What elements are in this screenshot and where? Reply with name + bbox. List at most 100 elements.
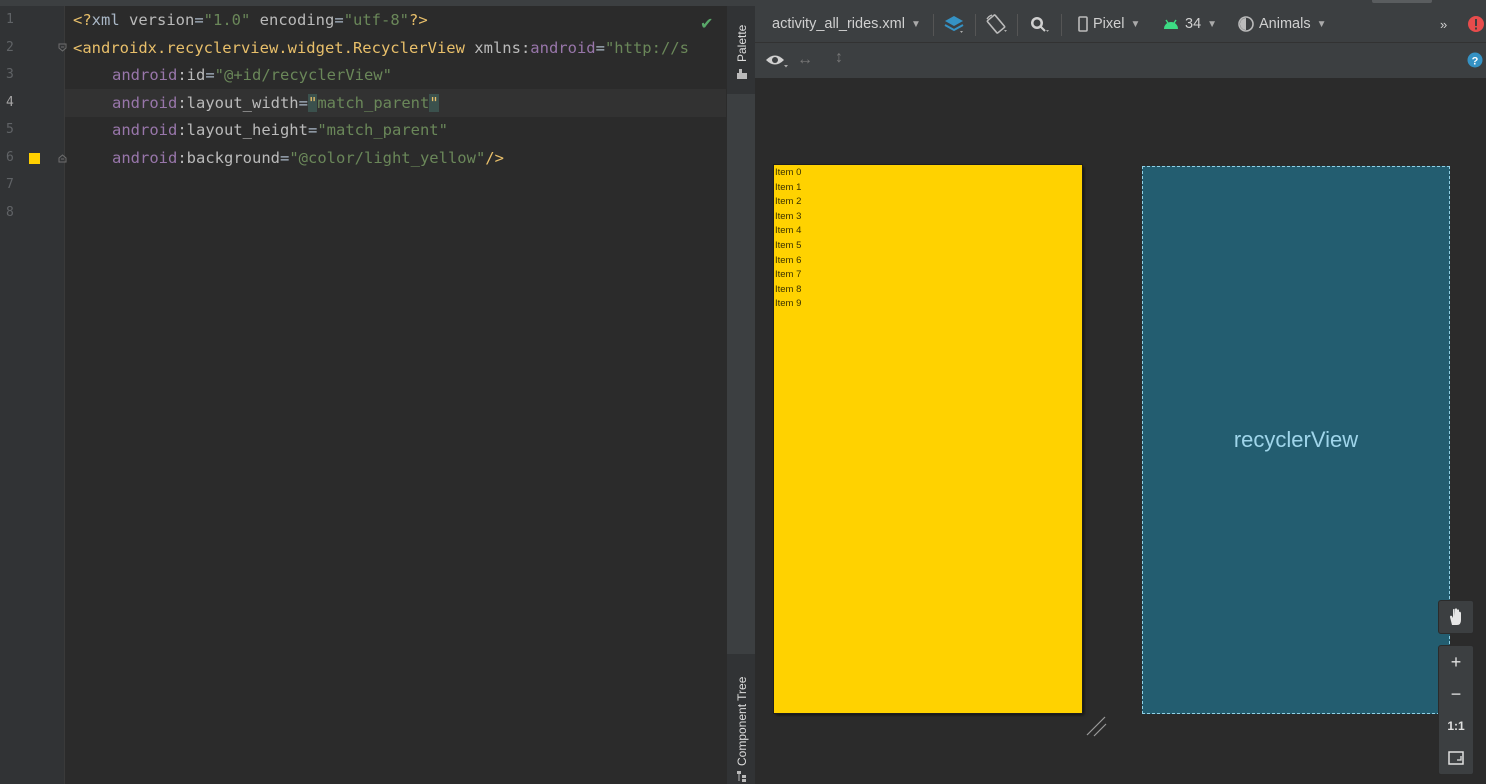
code-token: version bbox=[129, 11, 195, 29]
code-token: android bbox=[112, 66, 178, 84]
api-level-selector[interactable]: 34 ▼ bbox=[1162, 6, 1217, 42]
code-line[interactable]: <androidx.recyclerview.widget.RecyclerVi… bbox=[73, 34, 689, 62]
eye-icon[interactable] bbox=[765, 52, 789, 75]
code-token: " bbox=[308, 93, 318, 112]
check-icon[interactable]: ✔ bbox=[700, 14, 713, 34]
code-token: "utf-8" bbox=[343, 11, 410, 29]
code-token: android bbox=[112, 121, 178, 139]
hand-icon[interactable] bbox=[1439, 601, 1473, 633]
code-token: android bbox=[530, 38, 596, 57]
error-icon[interactable] bbox=[1467, 6, 1485, 42]
tree-icon bbox=[737, 771, 746, 782]
code-editor[interactable]: 12345678 <?xml version="1.0" encoding="u… bbox=[0, 6, 726, 784]
device-name: Pixel bbox=[1093, 16, 1125, 32]
theme-icon bbox=[1238, 16, 1254, 32]
code-token: = bbox=[298, 93, 308, 112]
code-token: "http://s bbox=[604, 38, 689, 57]
code-line[interactable]: <?xml version="1.0" encoding="utf-8"?> bbox=[73, 6, 428, 34]
separator bbox=[1061, 14, 1062, 36]
code-line[interactable] bbox=[73, 171, 112, 199]
svg-text:?: ? bbox=[1472, 56, 1479, 68]
blueprint-preview[interactable]: recyclerView bbox=[1142, 166, 1450, 714]
plus-icon[interactable]: + bbox=[1439, 646, 1473, 678]
chevron-down-icon: ▼ bbox=[910, 18, 921, 30]
separator bbox=[933, 14, 934, 36]
code-token: <androidx.recyclerview.widget.RecyclerVi… bbox=[73, 38, 475, 57]
fit-screen-icon[interactable] bbox=[1439, 742, 1473, 774]
code-token: = bbox=[279, 148, 290, 167]
designer-toolbar: activity_all_rides.xml ▼ Pixel ▼ 34 ▼ An… bbox=[755, 6, 1486, 43]
list-item[interactable]: Item 5 bbox=[775, 239, 801, 254]
tab-component-tree-label: Component Tree bbox=[735, 676, 749, 766]
design-canvas[interactable]: Item 0 Item 1 Item 2 Item 3 Item 4 Item 5 Item… bbox=[755, 79, 1486, 784]
code-token: <? bbox=[73, 11, 92, 29]
code-token: android bbox=[112, 93, 178, 112]
list-item[interactable]: Item 2 bbox=[775, 195, 801, 210]
code-token: = bbox=[595, 38, 605, 57]
minus-icon[interactable]: − bbox=[1439, 678, 1473, 710]
code-token: xmlns: bbox=[474, 38, 531, 57]
chevron-down-icon: ▼ bbox=[1130, 18, 1141, 30]
tab-component-tree[interactable]: Component Tree bbox=[727, 654, 756, 784]
list-item[interactable]: Item 3 bbox=[775, 210, 801, 225]
chevron-down-icon: ▼ bbox=[1316, 18, 1327, 30]
code-token: "@+id/recyclerView" bbox=[214, 66, 392, 84]
device-selector[interactable]: Pixel ▼ bbox=[1077, 6, 1140, 42]
rotate-icon[interactable] bbox=[984, 6, 1008, 42]
fold-close-icon[interactable] bbox=[58, 154, 67, 163]
code-token: = bbox=[334, 11, 344, 29]
code-line[interactable]: android:background="@color/light_yellow"… bbox=[73, 144, 504, 172]
list-item[interactable]: Item 6 bbox=[775, 254, 801, 269]
code-token: :layout_height bbox=[177, 121, 308, 139]
side-tool-strip: Palette Component Tree bbox=[726, 6, 756, 784]
list-item[interactable]: Item 9 bbox=[775, 297, 801, 312]
code-token: "match_parent" bbox=[317, 121, 448, 139]
code-token: "1.0" bbox=[203, 11, 251, 29]
phone-icon bbox=[1078, 16, 1088, 32]
horizontal-resize-icon[interactable]: ↔ bbox=[797, 51, 813, 69]
tab-palette-label: Palette bbox=[735, 24, 749, 62]
android-icon bbox=[1164, 19, 1178, 29]
api-level: 34 bbox=[1185, 16, 1202, 32]
scroll-knob[interactable] bbox=[1372, 0, 1432, 3]
code-token: " bbox=[429, 93, 439, 112]
code-token: match_parent bbox=[317, 93, 430, 112]
line-number: 3 bbox=[6, 67, 14, 82]
file-name: activity_all_rides.xml bbox=[772, 16, 905, 32]
layers-icon[interactable] bbox=[943, 6, 965, 42]
design-preview[interactable]: Item 0 Item 1 Item 2 Item 3 Item 4 Item 5 Item… bbox=[774, 165, 1082, 713]
list-item[interactable]: Item 8 bbox=[775, 283, 801, 298]
code-token: = bbox=[205, 66, 215, 84]
theme-selector[interactable]: Animals ▼ bbox=[1237, 6, 1326, 42]
resize-handle-icon[interactable] bbox=[1085, 715, 1109, 739]
color-swatch-icon[interactable] bbox=[29, 153, 40, 164]
vertical-resize-icon[interactable]: ↕ bbox=[835, 49, 843, 67]
code-token: = bbox=[307, 121, 318, 139]
list-item[interactable]: Item 0 bbox=[775, 166, 801, 181]
list-item[interactable]: Item 4 bbox=[775, 224, 801, 239]
help-icon[interactable]: ? bbox=[1467, 52, 1483, 73]
list-item[interactable]: Item 7 bbox=[775, 268, 801, 283]
code-token: "@color/light_yellow" bbox=[289, 148, 486, 167]
code-token: :id bbox=[177, 66, 206, 84]
theme-name: Animals bbox=[1259, 16, 1311, 32]
pan-tool[interactable] bbox=[1438, 600, 1474, 634]
code-line[interactable]: android:layout_height="match_parent" bbox=[73, 116, 448, 144]
fold-open-icon[interactable] bbox=[58, 43, 67, 52]
separator bbox=[975, 14, 976, 36]
more-actions-icon[interactable]: » bbox=[1440, 6, 1447, 42]
code-line[interactable]: android:id="@+id/recyclerView" bbox=[73, 61, 392, 89]
code-token: ?> bbox=[409, 11, 428, 29]
code-token: :background bbox=[177, 148, 280, 167]
code-token: :layout_width bbox=[177, 93, 299, 112]
chevron-down-icon: ▼ bbox=[1207, 18, 1218, 30]
zoom-controls: + − 1:1 bbox=[1438, 645, 1474, 775]
code-line[interactable] bbox=[73, 199, 112, 227]
file-selector[interactable]: activity_all_rides.xml ▼ bbox=[772, 6, 921, 42]
code-line[interactable]: android:layout_width="match_parent" bbox=[73, 89, 439, 117]
zoom-icon[interactable] bbox=[1027, 6, 1051, 42]
zoom-one-to-one-button[interactable]: 1:1 bbox=[1439, 710, 1473, 742]
tab-palette[interactable]: Palette bbox=[727, 6, 756, 94]
list-item[interactable]: Item 1 bbox=[775, 181, 801, 196]
code-token: /> bbox=[485, 148, 504, 167]
